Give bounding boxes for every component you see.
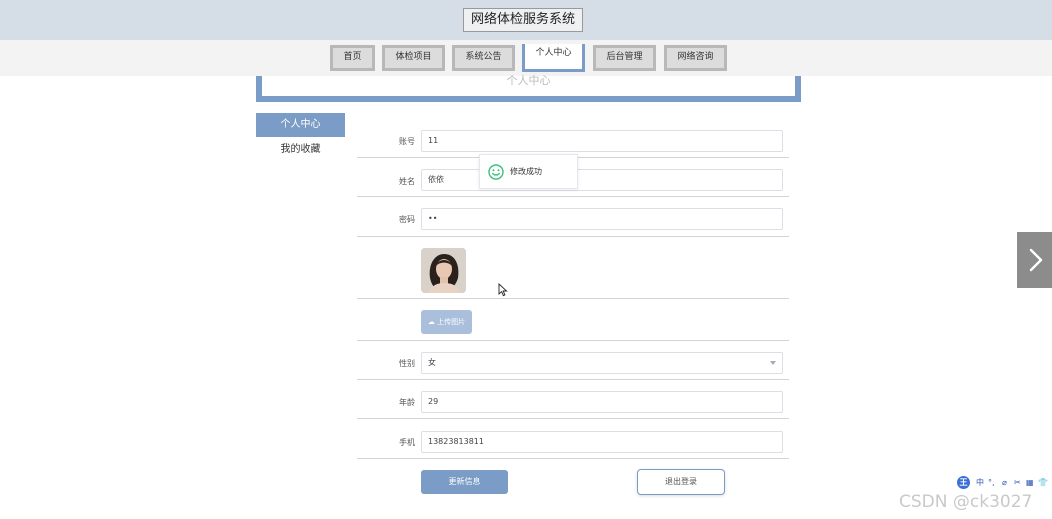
nav-consultation[interactable]: 网络咨询 bbox=[664, 45, 727, 71]
top-header: 网络体检服务系统 bbox=[0, 0, 1052, 40]
panel-frame: 个人中心 bbox=[256, 74, 801, 102]
logout-button[interactable]: 退出登录 bbox=[637, 469, 725, 495]
ime-skin-icon[interactable]: 👕 bbox=[1038, 476, 1048, 490]
mouse-cursor-icon bbox=[498, 283, 508, 297]
avatar[interactable] bbox=[421, 248, 466, 293]
phone-label: 手机 bbox=[399, 438, 415, 447]
name-input[interactable]: 依依 bbox=[421, 169, 783, 191]
ime-scissors-icon[interactable]: ✂ bbox=[1014, 476, 1021, 490]
account-label: 账号 bbox=[399, 137, 415, 146]
gender-label: 性别 bbox=[399, 359, 415, 368]
panel-title: 个人中心 bbox=[506, 74, 551, 87]
ime-toolbar[interactable]: 王 中 °, ⌀ ✂ ▦ 👕 bbox=[956, 476, 1052, 490]
sidebar-item-personal-center[interactable]: 个人中心 bbox=[256, 113, 345, 137]
smile-icon bbox=[488, 164, 504, 180]
phone-input[interactable]: 13823813811 bbox=[421, 431, 783, 453]
nav-announcements[interactable]: 系统公告 bbox=[452, 45, 515, 71]
account-input[interactable]: 11 bbox=[421, 130, 783, 152]
chevron-right-icon bbox=[1029, 248, 1043, 272]
chevron-down-icon bbox=[770, 361, 776, 365]
nav-home[interactable]: 首页 bbox=[330, 45, 375, 71]
nav-admin[interactable]: 后台管理 bbox=[593, 45, 656, 71]
password-input[interactable]: •• bbox=[421, 208, 783, 230]
avatar-photo-icon bbox=[421, 248, 466, 293]
form-row-gender: 性别 女 bbox=[357, 341, 789, 380]
ime-pen-icon[interactable]: ⌀ bbox=[1002, 476, 1007, 490]
age-input[interactable]: 29 bbox=[421, 391, 783, 413]
upload-image-label: 上传图片 bbox=[437, 318, 466, 326]
form-row-age: 年龄 29 bbox=[357, 380, 789, 419]
toast-message: 修改成功 bbox=[510, 167, 542, 176]
site-title: 网络体检服务系统 bbox=[463, 8, 583, 32]
gender-select[interactable]: 女 bbox=[421, 352, 783, 374]
upload-image-button[interactable]: ☁ 上传图片 bbox=[421, 310, 472, 334]
cloud-upload-icon: ☁ bbox=[427, 318, 438, 326]
nav-personal-center[interactable]: 个人中心 bbox=[522, 44, 585, 72]
gender-value: 女 bbox=[428, 358, 436, 367]
name-label: 姓名 bbox=[399, 177, 415, 186]
nav-exam-items[interactable]: 体检项目 bbox=[382, 45, 445, 71]
update-info-button[interactable]: 更新信息 bbox=[421, 470, 508, 494]
password-label: 密码 bbox=[399, 215, 415, 224]
form-row-phone: 手机 13823813811 bbox=[357, 419, 789, 459]
ime-punctuation-icon[interactable]: °, bbox=[988, 476, 995, 490]
sidebar-item-favorites[interactable]: 我的收藏 bbox=[256, 140, 345, 160]
next-page-button[interactable] bbox=[1017, 232, 1052, 288]
age-label: 年龄 bbox=[399, 398, 415, 407]
ime-logo-icon[interactable]: 王 bbox=[957, 476, 970, 489]
watermark: CSDN @ck3027 bbox=[899, 492, 1033, 512]
form-row-password: 密码 •• bbox=[357, 197, 789, 237]
ime-chinese-mode-icon[interactable]: 中 bbox=[976, 476, 984, 490]
success-toast: 修改成功 bbox=[479, 154, 578, 189]
main-navbar: 首页 体检项目 系统公告 个人中心 后台管理 网络咨询 bbox=[0, 40, 1052, 76]
ime-keyboard-icon[interactable]: ▦ bbox=[1026, 476, 1034, 490]
